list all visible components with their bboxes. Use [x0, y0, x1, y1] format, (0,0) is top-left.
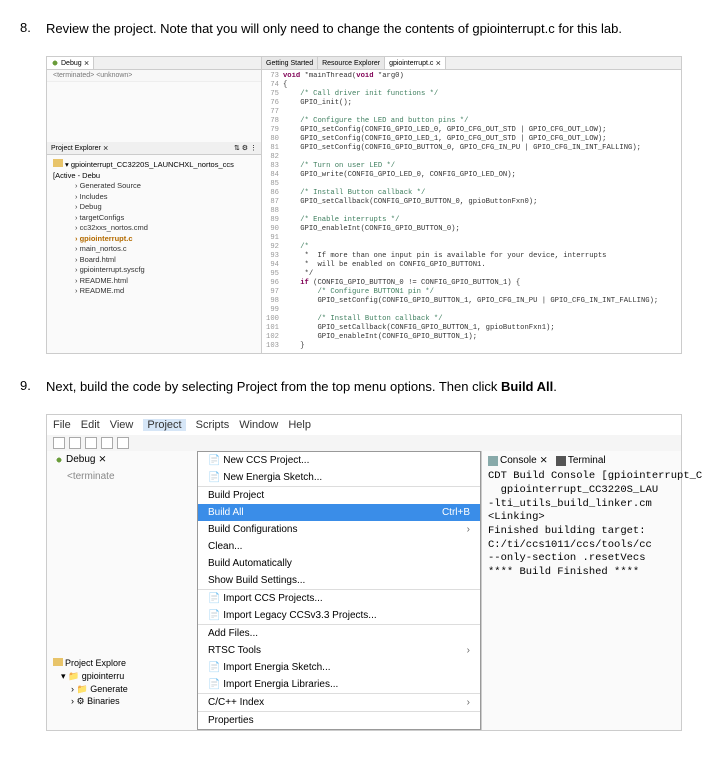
project-root[interactable]: ▾ gpiointerrupt_CC3220S_LAUNCHXL_nortos_…	[53, 159, 255, 181]
tree-item[interactable]: › Board.html	[53, 255, 255, 266]
console-icon	[488, 456, 498, 466]
editor-tab[interactable]: Resource Explorer	[318, 57, 385, 69]
console-panel: Console ⨯ Terminal CDT Build Console [gp…	[481, 451, 681, 730]
menu-item[interactable]: C/C++ Index	[198, 694, 480, 711]
menu-bar-item[interactable]: Help	[288, 419, 311, 431]
tree-item[interactable]: › README.md	[53, 286, 255, 297]
tree-item[interactable]: › targetConfigs	[53, 213, 255, 224]
tree-item[interactable]: › cc32xxs_nortos.cmd	[53, 223, 255, 234]
tree-item[interactable]: › Includes	[53, 192, 255, 203]
menu-item[interactable]: 📄 New Energia Sketch...	[198, 469, 480, 486]
step-8: 8. Review the project. Note that you wil…	[20, 20, 682, 38]
project-explorer-bottom[interactable]: Project Explore ▾ 📁 gpiointerru › 📁 Gene…	[47, 655, 197, 709]
step-number: 8.	[20, 20, 46, 38]
menu-bar-item[interactable]: Scripts	[196, 419, 230, 431]
menu-bar-item[interactable]: Edit	[81, 419, 100, 431]
editor-pane: Getting StartedResource Explorergpiointe…	[262, 57, 681, 353]
editor-tab[interactable]: gpiointerrupt.c ⨯	[385, 57, 446, 69]
terminal-tab[interactable]: Terminal	[556, 455, 606, 466]
menu-item[interactable]: Build Project	[198, 487, 480, 504]
menu-bar-item[interactable]: Window	[239, 419, 278, 431]
step-text: Review the project. Note that you will o…	[46, 20, 682, 38]
menu-bar-item[interactable]: File	[53, 419, 71, 431]
editor-tabs[interactable]: Getting StartedResource Explorergpiointe…	[262, 57, 681, 70]
code-editor[interactable]: 73 74 75 76 77 78 79 80 81 82 83 84 85 8…	[262, 70, 681, 353]
menu-item[interactable]: Add Files...	[198, 625, 480, 642]
tree-item[interactable]: › gpiointerrupt.syscfg	[53, 265, 255, 276]
ide-screenshot-1: Debug ⨯ <terminated> <unknown> Project E…	[46, 56, 682, 354]
menu-bar-item[interactable]: Project	[143, 419, 185, 431]
debug-tab[interactable]: Debug ⨯	[47, 57, 94, 69]
tree-item[interactable]: › Generated Source	[53, 181, 255, 192]
console-tab[interactable]: Console ⨯	[488, 455, 548, 466]
tree-item[interactable]: › README.html	[53, 276, 255, 287]
ide-screenshot-2: File Edit View Project Scripts Window Help Deb…	[46, 414, 682, 731]
toolbar[interactable]	[47, 435, 681, 451]
project-menu-dropdown[interactable]: 📄 New CCS Project...📄 New Energia Sketch…	[197, 451, 481, 730]
menu-item[interactable]: Build Automatically	[198, 555, 480, 572]
debug-tab[interactable]: Debug ⨯	[47, 451, 197, 468]
menu-item[interactable]: RTSC Tools	[198, 642, 480, 659]
step-9: 9. Next, build the code by selecting Pro…	[20, 378, 682, 396]
step-text: Next, build the code by selecting Projec…	[46, 378, 682, 396]
menu-item[interactable]: Show Build Settings...	[198, 572, 480, 589]
menu-item[interactable]: 📄 Import Energia Sketch...	[198, 659, 480, 676]
console-output: CDT Build Console [gpiointerrupt_C gpioi…	[488, 470, 675, 579]
tree-item[interactable]: › main_nortos.c	[53, 244, 255, 255]
menu-item[interactable]: 📄 New CCS Project...	[198, 452, 480, 469]
terminated-label: <terminated> <unknown>	[47, 70, 261, 82]
menu-item[interactable]: 📄 Import CCS Projects...	[198, 590, 480, 607]
menu-item[interactable]: 📄 Import Legacy CCSv3.3 Projects...	[198, 607, 480, 624]
editor-tab[interactable]: Getting Started	[262, 57, 318, 69]
menu-item[interactable]: Build AllCtrl+B	[198, 504, 480, 521]
terminate-label: <terminate	[47, 468, 197, 485]
folder-icon	[53, 658, 63, 666]
menu-item[interactable]: 📄 Import Energia Libraries...	[198, 676, 480, 693]
tree-item[interactable]: › Debug	[53, 202, 255, 213]
project-explorer-title: Project Explorer ⨯⇅ ⚙ ⋮	[47, 142, 261, 155]
left-pane: Debug ⨯ <terminated> <unknown> Project E…	[47, 57, 262, 353]
tree-item[interactable]: › gpiointerrupt.c	[53, 234, 255, 245]
menu-bar[interactable]: File Edit View Project Scripts Window Help	[47, 415, 681, 435]
menu-bar-item[interactable]: View	[110, 419, 134, 431]
terminal-icon	[556, 456, 566, 466]
menu-item[interactable]: Build Configurations	[198, 521, 480, 538]
menu-item[interactable]: Properties	[198, 712, 480, 729]
bug-icon	[55, 456, 63, 464]
step-number: 9.	[20, 378, 46, 396]
bug-icon	[51, 59, 59, 67]
menu-item[interactable]: Clean...	[198, 538, 480, 555]
project-tree[interactable]: ▾ gpiointerrupt_CC3220S_LAUNCHXL_nortos_…	[47, 155, 261, 301]
left-column: Debug ⨯ <terminate Project Explore ▾ 📁 g…	[47, 451, 197, 730]
